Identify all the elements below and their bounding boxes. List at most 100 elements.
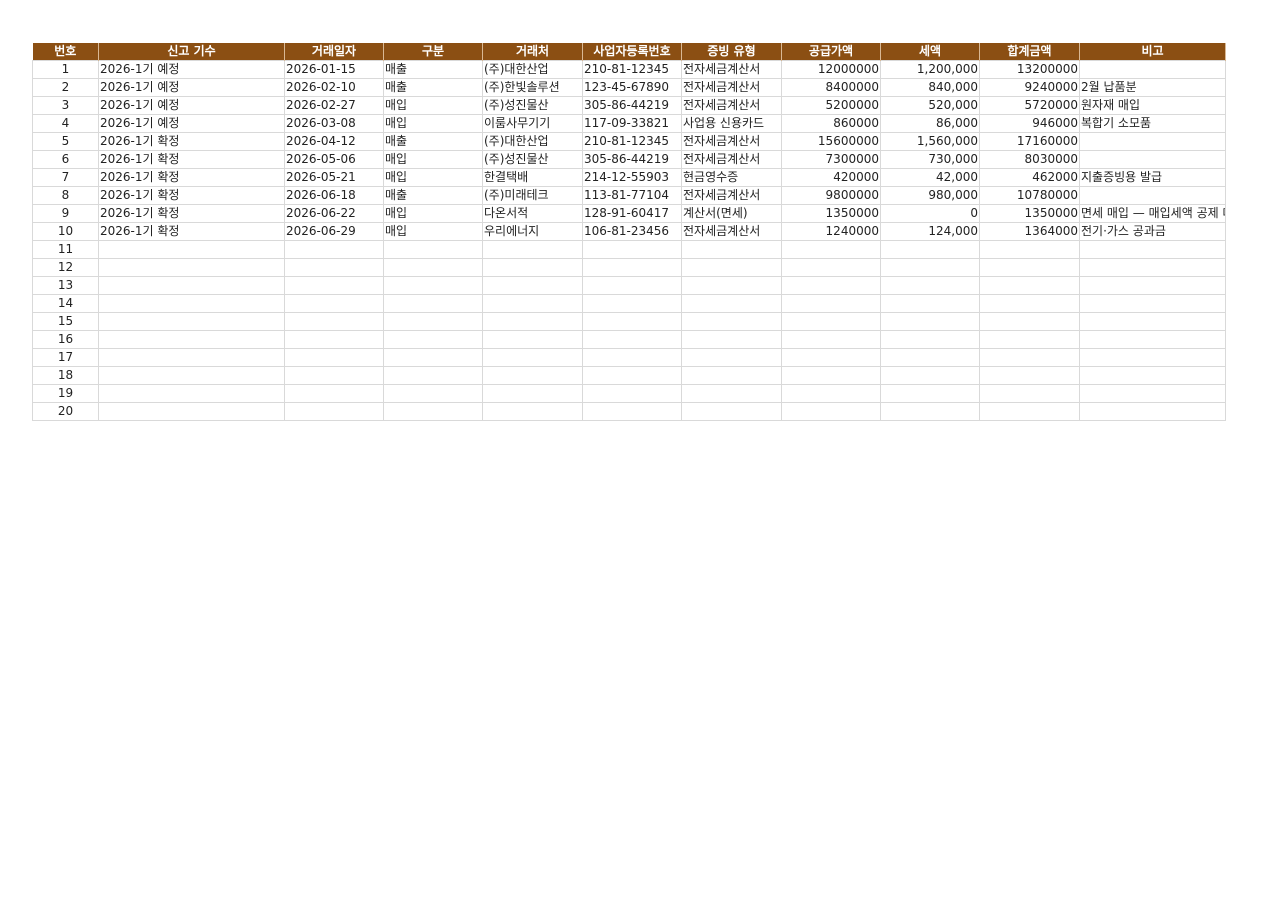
cell-col-total[interactable]: 17160000 [979, 132, 1080, 151]
cell-col-total[interactable]: 10780000 [979, 186, 1080, 205]
cell-col-period[interactable] [98, 240, 285, 259]
cell-col-evidence[interactable] [681, 348, 782, 367]
cell-col-type[interactable] [383, 312, 483, 331]
header-col-tax[interactable]: 세액 [880, 43, 980, 61]
cell-col-date[interactable] [284, 330, 384, 349]
cell-col-type[interactable]: 매출 [383, 186, 483, 205]
cell-col-vendor[interactable]: 우리에너지 [482, 222, 583, 241]
header-col-vendor[interactable]: 거래처 [482, 43, 583, 61]
cell-col-evidence[interactable]: 전자세금계산서 [681, 222, 782, 241]
cell-col-period[interactable] [98, 294, 285, 313]
cell-col-supply[interactable]: 15600000 [781, 132, 881, 151]
cell-col-bizno[interactable]: 210-81-12345 [582, 132, 682, 151]
header-col-no[interactable]: 번호 [32, 43, 99, 61]
cell-col-vendor[interactable]: (주)대한산업 [482, 60, 583, 79]
cell-col-memo[interactable]: 2월 납품분 [1079, 78, 1226, 97]
cell-col-date[interactable]: 2026-02-10 [284, 78, 384, 97]
cell-col-date[interactable] [284, 366, 384, 385]
cell-col-evidence[interactable] [681, 366, 782, 385]
cell-col-date[interactable]: 2026-06-29 [284, 222, 384, 241]
cell-col-type[interactable]: 매입 [383, 168, 483, 187]
cell-col-tax[interactable] [880, 312, 980, 331]
cell-col-supply[interactable] [781, 312, 881, 331]
cell-col-supply[interactable]: 1350000 [781, 204, 881, 223]
header-col-period[interactable]: 신고 기수 [98, 43, 285, 61]
cell-col-bizno[interactable] [582, 384, 682, 403]
cell-col-tax[interactable]: 1,200,000 [880, 60, 980, 79]
cell-col-memo[interactable] [1079, 330, 1226, 349]
cell-col-supply[interactable]: 420000 [781, 168, 881, 187]
cell-col-no[interactable]: 10 [32, 222, 99, 241]
cell-col-vendor[interactable] [482, 330, 583, 349]
cell-col-evidence[interactable]: 전자세금계산서 [681, 96, 782, 115]
cell-col-vendor[interactable] [482, 276, 583, 295]
cell-col-evidence[interactable] [681, 240, 782, 259]
cell-col-no[interactable]: 3 [32, 96, 99, 115]
cell-col-date[interactable]: 2026-03-08 [284, 114, 384, 133]
cell-col-type[interactable] [383, 330, 483, 349]
cell-col-bizno[interactable]: 128-91-60417 [582, 204, 682, 223]
cell-col-vendor[interactable]: 이룸사무기기 [482, 114, 583, 133]
header-col-type[interactable]: 구분 [383, 43, 483, 61]
cell-col-total[interactable]: 462000 [979, 168, 1080, 187]
cell-col-total[interactable]: 946000 [979, 114, 1080, 133]
cell-col-evidence[interactable]: 전자세금계산서 [681, 132, 782, 151]
cell-col-vendor[interactable]: (주)성진물산 [482, 96, 583, 115]
cell-col-memo[interactable] [1079, 294, 1226, 313]
cell-col-date[interactable] [284, 348, 384, 367]
cell-col-memo[interactable] [1079, 366, 1226, 385]
cell-col-period[interactable]: 2026-1기 확정 [98, 132, 285, 151]
cell-col-total[interactable] [979, 294, 1080, 313]
cell-col-bizno[interactable] [582, 348, 682, 367]
cell-col-date[interactable] [284, 276, 384, 295]
cell-col-date[interactable]: 2026-01-15 [284, 60, 384, 79]
cell-col-vendor[interactable] [482, 294, 583, 313]
header-col-evidence[interactable]: 증빙 유형 [681, 43, 782, 61]
cell-col-bizno[interactable] [582, 294, 682, 313]
cell-col-supply[interactable]: 860000 [781, 114, 881, 133]
cell-col-period[interactable]: 2026-1기 확정 [98, 204, 285, 223]
cell-col-total[interactable] [979, 366, 1080, 385]
cell-col-period[interactable] [98, 258, 285, 277]
cell-col-supply[interactable] [781, 258, 881, 277]
cell-col-tax[interactable] [880, 294, 980, 313]
cell-col-bizno[interactable]: 123-45-67890 [582, 78, 682, 97]
cell-col-total[interactable]: 1364000 [979, 222, 1080, 241]
cell-col-no[interactable]: 6 [32, 150, 99, 169]
cell-col-no[interactable]: 1 [32, 60, 99, 79]
cell-col-period[interactable] [98, 402, 285, 421]
cell-col-type[interactable]: 매입 [383, 114, 483, 133]
cell-col-type[interactable]: 매출 [383, 132, 483, 151]
cell-col-date[interactable]: 2026-06-22 [284, 204, 384, 223]
cell-col-type[interactable] [383, 384, 483, 403]
cell-col-memo[interactable] [1079, 60, 1226, 79]
header-col-date[interactable]: 거래일자 [284, 43, 384, 61]
cell-col-total[interactable]: 5720000 [979, 96, 1080, 115]
cell-col-no[interactable]: 11 [32, 240, 99, 259]
cell-col-period[interactable] [98, 366, 285, 385]
header-col-total[interactable]: 합계금액 [979, 43, 1080, 61]
cell-col-no[interactable]: 7 [32, 168, 99, 187]
cell-col-type[interactable] [383, 348, 483, 367]
cell-col-no[interactable]: 5 [32, 132, 99, 151]
cell-col-evidence[interactable] [681, 258, 782, 277]
cell-col-period[interactable] [98, 348, 285, 367]
cell-col-date[interactable] [284, 312, 384, 331]
cell-col-tax[interactable]: 840,000 [880, 78, 980, 97]
cell-col-no[interactable]: 19 [32, 384, 99, 403]
cell-col-vendor[interactable]: (주)대한산업 [482, 132, 583, 151]
cell-col-supply[interactable]: 9800000 [781, 186, 881, 205]
cell-col-no[interactable]: 16 [32, 330, 99, 349]
cell-col-date[interactable]: 2026-05-06 [284, 150, 384, 169]
cell-col-evidence[interactable] [681, 402, 782, 421]
cell-col-tax[interactable]: 42,000 [880, 168, 980, 187]
cell-col-bizno[interactable] [582, 258, 682, 277]
cell-col-no[interactable]: 13 [32, 276, 99, 295]
cell-col-memo[interactable] [1079, 312, 1226, 331]
cell-col-evidence[interactable]: 전자세금계산서 [681, 78, 782, 97]
cell-col-tax[interactable] [880, 384, 980, 403]
cell-col-date[interactable]: 2026-05-21 [284, 168, 384, 187]
cell-col-supply[interactable]: 12000000 [781, 60, 881, 79]
cell-col-bizno[interactable]: 113-81-77104 [582, 186, 682, 205]
cell-col-memo[interactable] [1079, 276, 1226, 295]
